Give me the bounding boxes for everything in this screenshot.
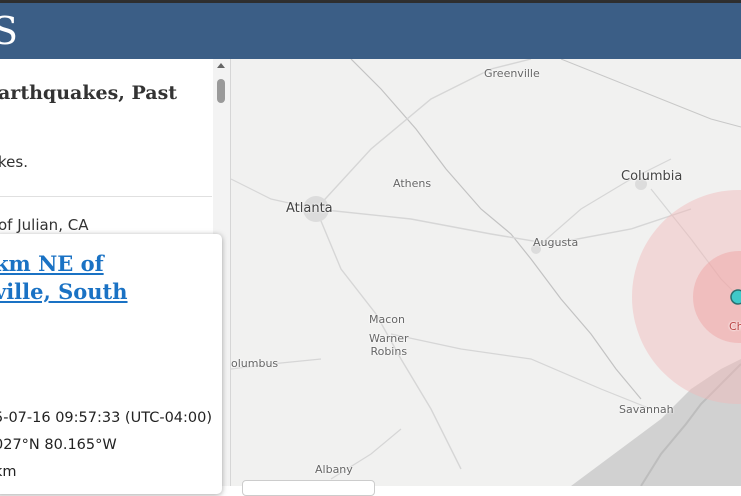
popup-location: 027°N 80.165°W (0, 437, 117, 453)
map-label-savannah: Savannah (619, 403, 674, 416)
popup-depth: km (0, 464, 17, 480)
list-description: kes. (0, 153, 28, 171)
app-header: S (0, 3, 741, 59)
earthquake-marker (730, 289, 741, 305)
map-label-albany: Albany (315, 463, 353, 476)
map-label-warner-robins: Warner Robins (369, 332, 409, 358)
earthquake-popup: km NE of ville, South 5-07-16 09:57:33 (… (0, 234, 222, 494)
map-label-atlanta: Atlanta (286, 201, 333, 216)
map-label-augusta: Augusta (533, 236, 579, 249)
road (315, 208, 692, 245)
road (390, 333, 652, 410)
map-attribution-control[interactable] (242, 480, 375, 496)
map-label-macon: Macon (369, 313, 405, 326)
map-basemap (231, 59, 741, 486)
state-border (560, 59, 741, 128)
list-divider (0, 196, 212, 197)
app-logo[interactable]: S (0, 9, 18, 53)
map-view[interactable]: Greenville Athens Columbia Atlanta Augus… (231, 59, 741, 486)
map-label-charleston: Ch (729, 320, 741, 333)
scroll-thumb[interactable] (217, 79, 225, 103)
earthquake-list-item[interactable]: of Julian, CA (0, 216, 88, 234)
map-label-greenville: Greenville (484, 67, 540, 80)
map-label-columbus: olumbus (231, 357, 279, 370)
map-label-columbia: Columbia (621, 169, 683, 184)
popup-time: 5-07-16 09:57:33 (UTC-04:00) (0, 410, 213, 426)
popup-title-line1[interactable]: km NE of (0, 251, 104, 276)
scroll-up-arrow-icon[interactable] (217, 63, 225, 68)
popup-title-line2[interactable]: ville, South (0, 279, 128, 304)
popup-title-link[interactable]: km NE of ville, South (0, 250, 214, 306)
map-label-athens: Athens (393, 177, 432, 190)
list-title: arthquakes, Past (0, 82, 178, 104)
